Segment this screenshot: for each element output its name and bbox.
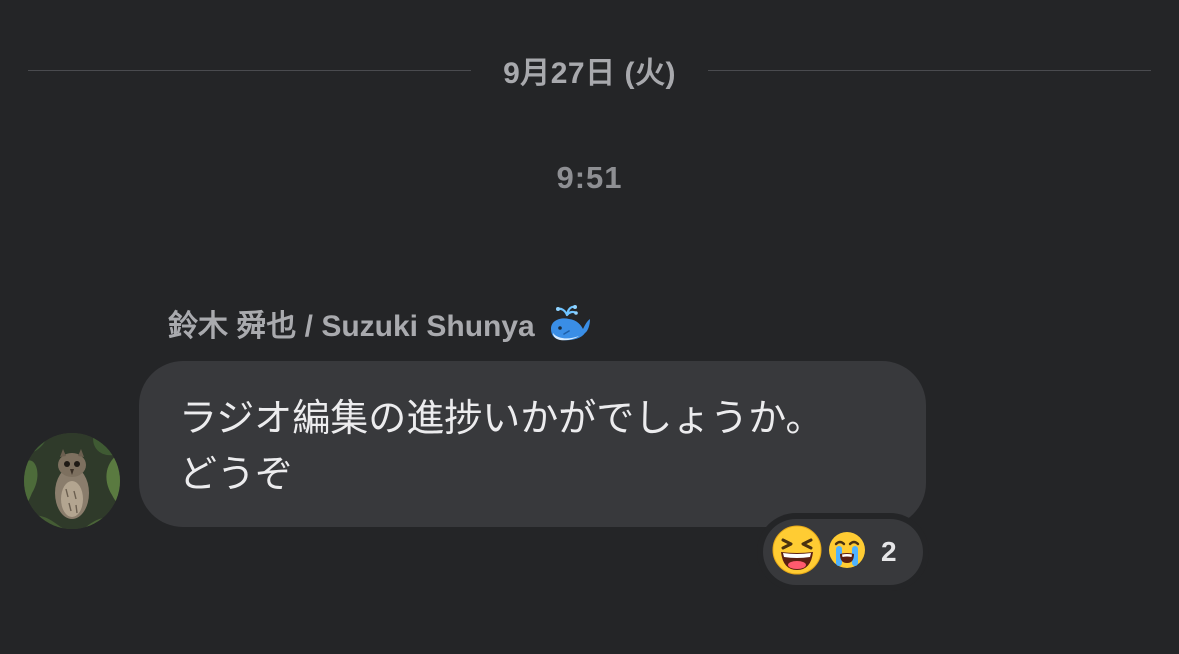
avatar[interactable] — [24, 433, 120, 529]
date-divider: 9月27日 (火) — [28, 48, 1151, 92]
divider-line-right — [707, 69, 1151, 71]
message-bubble[interactable]: ラジオ編集の進捗いかがでしょうか。 どうぞ — [139, 361, 926, 527]
spouting-whale-icon — [547, 303, 591, 343]
laughing-squint-emoji — [771, 524, 823, 581]
message-text-line-2: どうぞ — [179, 454, 294, 496]
owl-photo-avatar — [24, 433, 120, 529]
message-text-line-1: ラジオ編集の進捗いかがでしょうか。 — [179, 398, 824, 440]
sender-name-row[interactable]: 鈴木 舜也 / Suzuki Shunya — [168, 300, 591, 346]
reactions-pill[interactable]: 2 — [763, 519, 923, 585]
divider-line-left — [28, 69, 472, 71]
reaction-count: 2 — [881, 536, 897, 567]
date-label: 9月27日 (火) — [503, 57, 676, 90]
sender-name[interactable]: 鈴木 舜也 / Suzuki Shunya — [168, 301, 535, 345]
message-time: 9:51 — [556, 160, 623, 195]
loudly-crying-emoji — [827, 530, 867, 575]
